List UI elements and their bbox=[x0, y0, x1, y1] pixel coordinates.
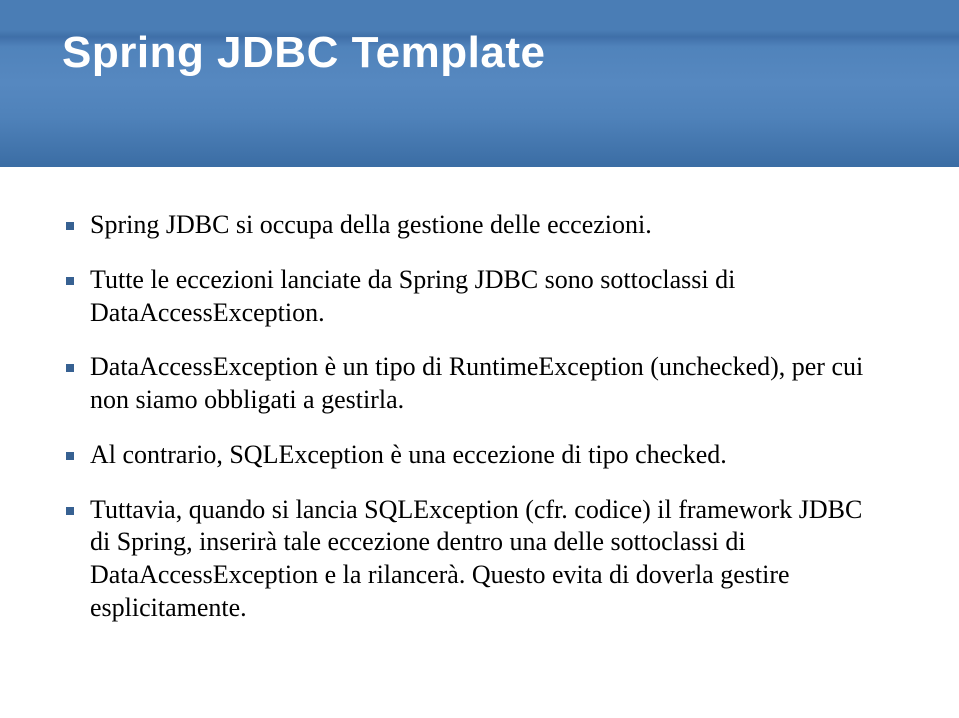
list-item: Tutte le eccezioni lanciate da Spring JD… bbox=[90, 264, 889, 330]
bullet-list: Spring JDBC si occupa della gestione del… bbox=[90, 209, 889, 625]
slide-header: Spring JDBC Template bbox=[0, 0, 959, 167]
list-item: Al contrario, SQLException è una eccezio… bbox=[90, 439, 889, 472]
list-item: Tuttavia, quando si lancia SQLException … bbox=[90, 494, 889, 625]
slide-title: Spring JDBC Template bbox=[62, 28, 959, 78]
list-item: Spring JDBC si occupa della gestione del… bbox=[90, 209, 889, 242]
slide-content: Spring JDBC si occupa della gestione del… bbox=[0, 167, 959, 625]
list-item: DataAccessException è un tipo di Runtime… bbox=[90, 351, 889, 417]
